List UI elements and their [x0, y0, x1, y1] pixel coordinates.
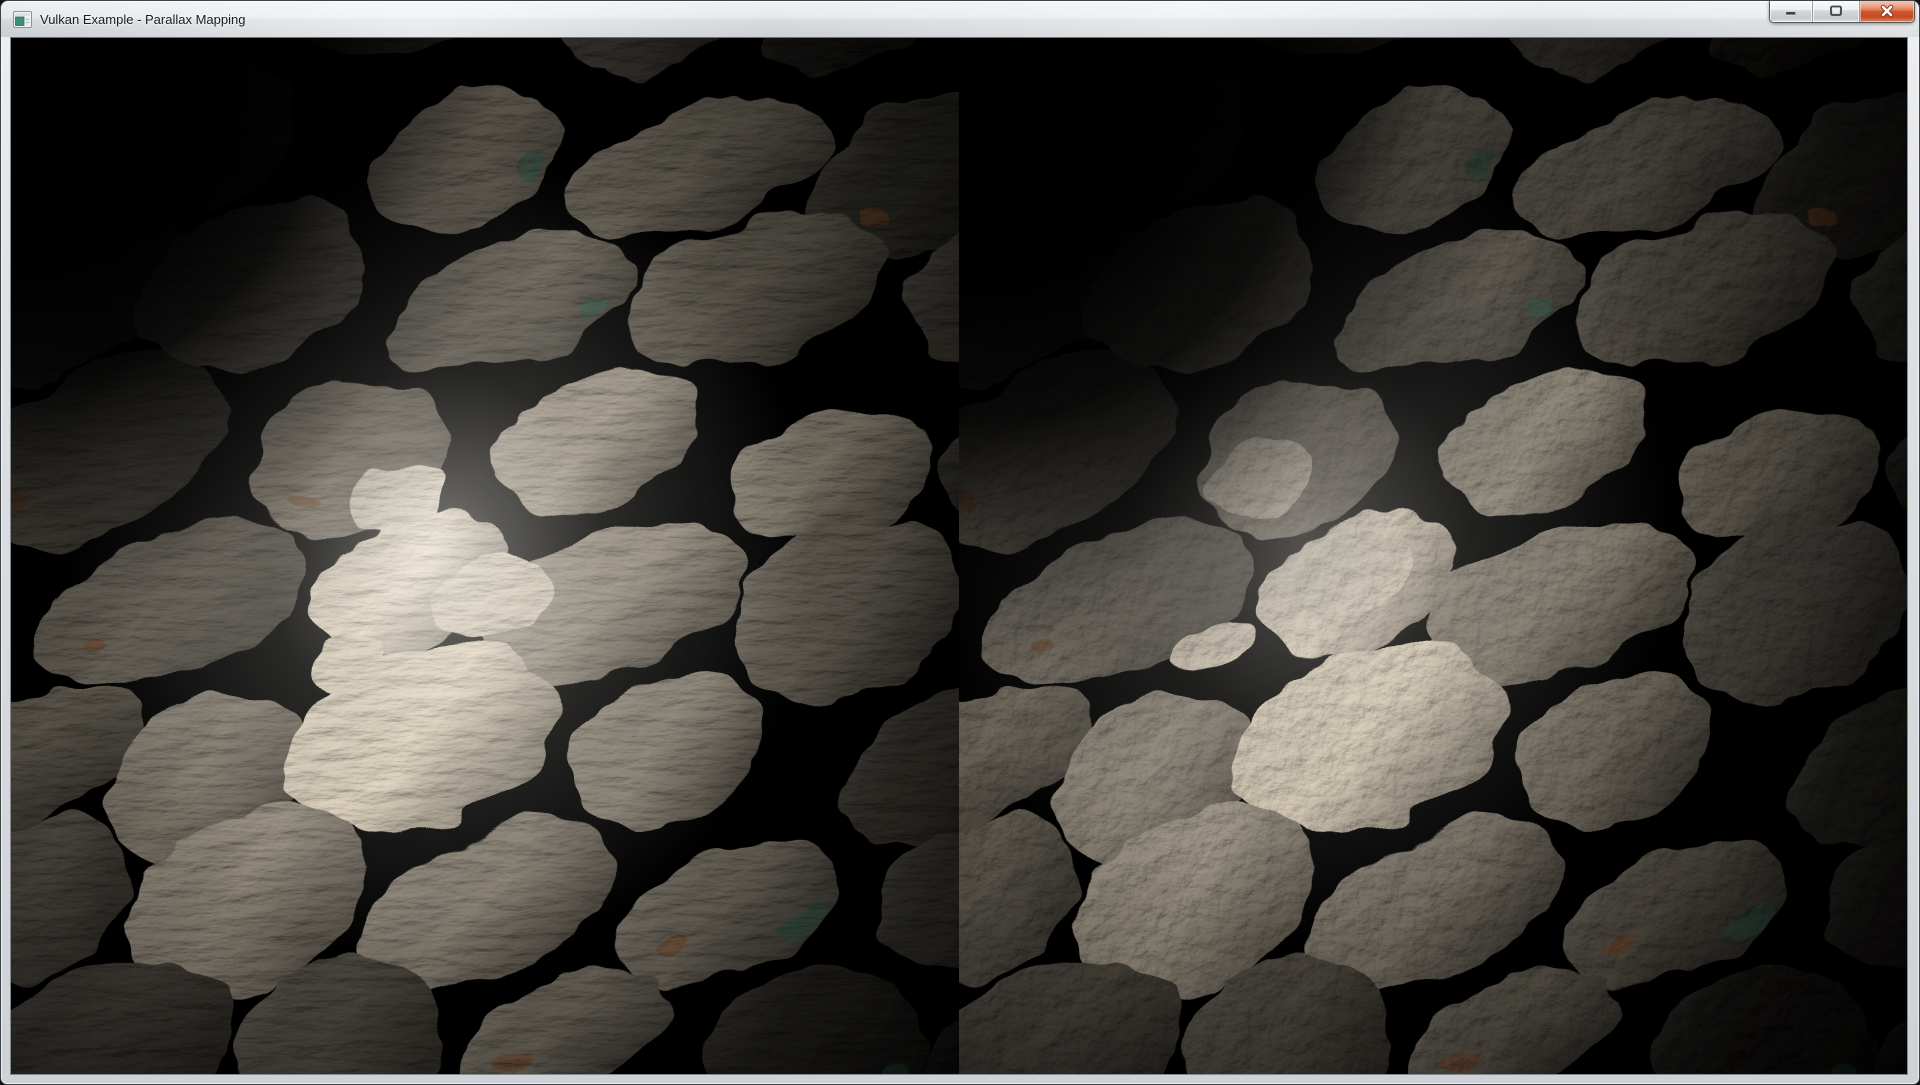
render-view-left[interactable]	[11, 38, 959, 1074]
app-icon-glyph	[13, 11, 32, 28]
render-viewport	[10, 37, 1908, 1075]
close-button[interactable]	[1860, 1, 1914, 22]
maximize-button[interactable]	[1813, 1, 1860, 22]
minimize-button[interactable]	[1770, 1, 1813, 22]
rock-render-svg	[11, 38, 959, 1074]
close-icon	[1878, 3, 1896, 19]
render-view-right[interactable]	[959, 38, 1907, 1074]
window-titlebar[interactable]: Vulkan Example - Parallax Mapping	[1, 1, 1919, 37]
rock-render-svg	[959, 38, 1907, 1074]
window-title: Vulkan Example - Parallax Mapping	[40, 12, 245, 27]
app-icon	[13, 11, 32, 28]
maximize-icon	[1828, 3, 1844, 19]
window-caption-buttons	[1769, 1, 1915, 23]
minimize-icon	[1783, 3, 1799, 19]
app-window: Vulkan Example - Parallax Mapping	[0, 0, 1920, 1085]
